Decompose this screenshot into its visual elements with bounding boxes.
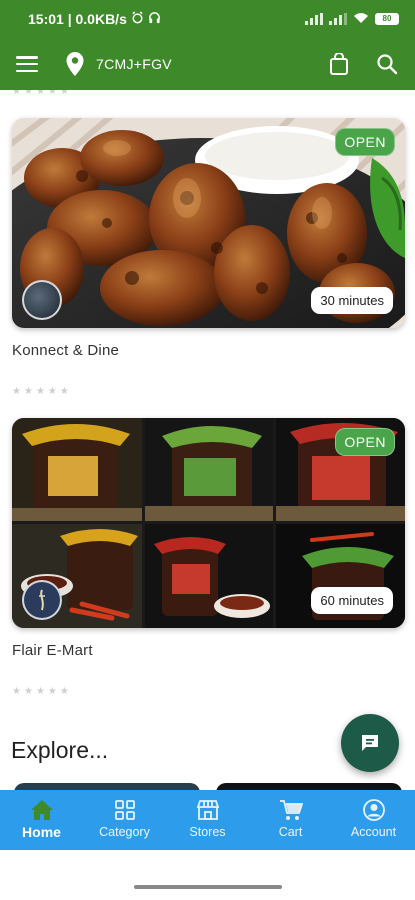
screen: 15:01 | 0.0KB/s 80 7CMJ+FGV ★ ★ ★ ★ ★ OP… [0, 0, 415, 900]
delivery-time-badge: 30 minutes [311, 287, 393, 314]
nav-account[interactable]: Account [332, 790, 415, 850]
signal-icon [305, 13, 323, 25]
delivery-time-badge: 60 minutes [311, 587, 393, 614]
cart-icon [279, 798, 303, 822]
signal-2-icon [329, 13, 347, 25]
wifi-icon [353, 11, 369, 27]
explore-heading: Explore... [11, 737, 109, 763]
battery-icon: 80 [375, 13, 399, 25]
nav-stores[interactable]: Stores [166, 790, 249, 850]
store-card[interactable]: OPEN 60 minutes [12, 418, 405, 628]
nav-label: Stores [189, 825, 226, 839]
open-status-badge: OPEN [335, 428, 395, 456]
top-bar: 15:01 | 0.0KB/s 80 7CMJ+FGV [0, 0, 415, 90]
store-logo [22, 280, 62, 320]
store-list: ★ ★ ★ ★ ★ OPEN 30 minutes Konnect & Dine… [0, 90, 415, 790]
nav-home[interactable]: Home [0, 790, 83, 850]
home-icon [30, 798, 54, 822]
nav-label: Cart [278, 825, 303, 839]
chat-icon [362, 735, 378, 751]
gesture-handle[interactable] [134, 885, 282, 889]
chat-button[interactable] [341, 714, 399, 772]
nav-category[interactable]: Category [83, 790, 166, 850]
rating-stars: ★ ★ ★ ★ ★ [12, 386, 69, 397]
nav-label: Category [99, 825, 150, 839]
status-bar: 15:01 | 0.0KB/s 80 [0, 0, 415, 38]
search-icon[interactable] [375, 52, 399, 76]
nav-label: Home [22, 824, 61, 840]
alarm-icon [131, 11, 144, 27]
store-name[interactable]: Flair E-Mart [12, 642, 93, 659]
store-logo [22, 580, 62, 620]
shopping-bag-icon[interactable] [327, 52, 351, 76]
explore-card-peek[interactable] [216, 783, 402, 790]
app-bar: 7CMJ+FGV [0, 38, 415, 90]
store-card[interactable]: OPEN 30 minutes [12, 118, 405, 328]
explore-card-peek[interactable] [14, 783, 200, 790]
menu-icon[interactable] [16, 56, 38, 72]
headphones-icon [148, 11, 161, 27]
bottom-navigation: Home Category Stores Cart Account [0, 790, 415, 850]
grid-icon [114, 798, 136, 822]
store-name[interactable]: Konnect & Dine [12, 342, 119, 359]
nav-cart[interactable]: Cart [249, 790, 332, 850]
store-icon [196, 798, 220, 822]
status-time: 15:01 | 0.0KB/s [28, 11, 127, 27]
rating-stars: ★ ★ ★ ★ ★ [12, 686, 69, 697]
location-text[interactable]: 7CMJ+FGV [96, 56, 172, 72]
rating-stars: ★ ★ ★ ★ ★ [12, 90, 69, 97]
open-status-badge: OPEN [335, 128, 395, 156]
account-icon [362, 798, 386, 822]
location-pin-icon[interactable] [64, 51, 86, 77]
nav-label: Account [350, 825, 397, 839]
